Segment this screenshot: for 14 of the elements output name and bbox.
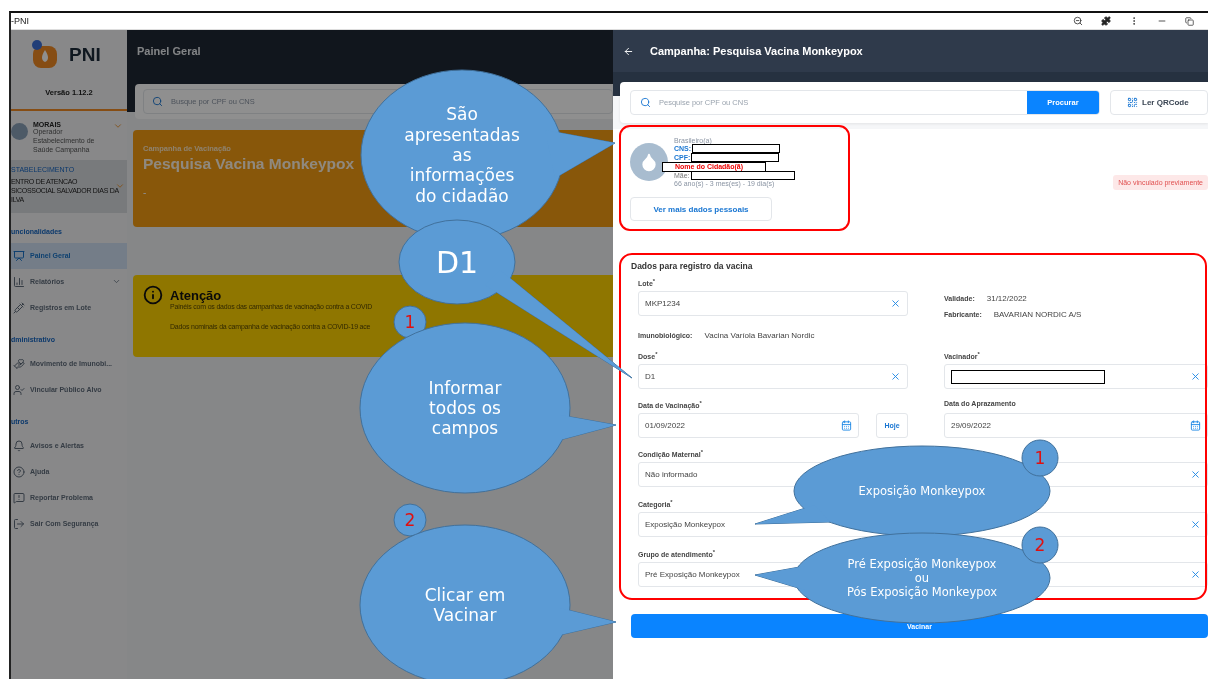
expiry-value: 31/12/2022 (986, 293, 1027, 303)
campaign-period: - (143, 187, 147, 198)
app-name: PNI (69, 44, 101, 66)
drawer-title: Campanha: Pesquisa Vacina Monkeypox (650, 45, 863, 57)
maker-value: BAVARIAN NORDIC A/S (993, 309, 1082, 319)
notice-title: Atenção (170, 287, 222, 303)
step-number-tooltip: 2 (393, 503, 427, 537)
step-number-tooltip: 1 (1021, 439, 1059, 477)
step-number-tooltip: 2 (1021, 526, 1059, 564)
campaign-name: Pesquisa Vacina Monkeypox (143, 155, 355, 173)
vaccine-value: Vacina Varíola Bavarian Nordic (704, 330, 815, 340)
page-header: Painel Geral (127, 30, 613, 72)
window-title: -PNI (11, 16, 29, 26)
form-title: Dados para registro da vacina (631, 261, 754, 271)
